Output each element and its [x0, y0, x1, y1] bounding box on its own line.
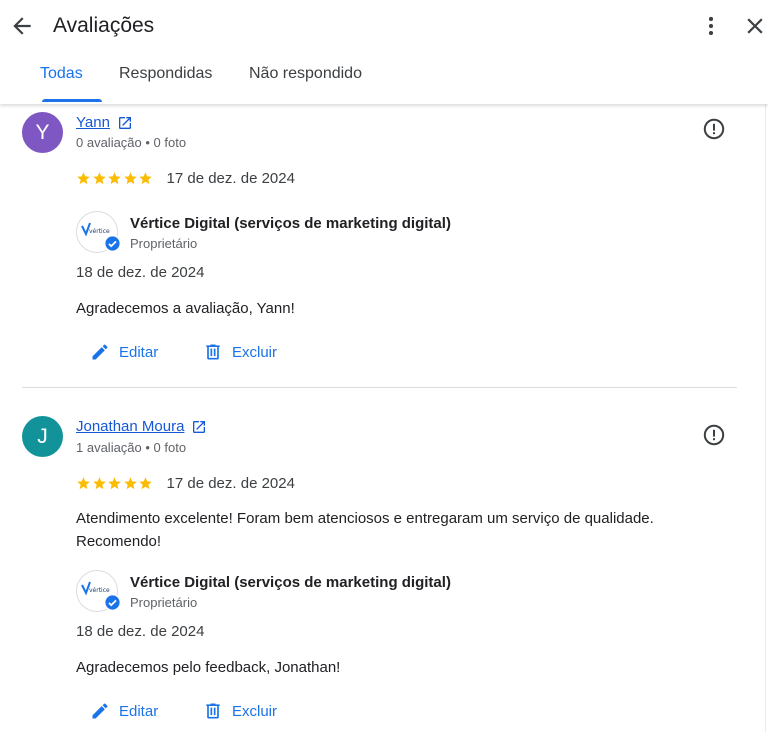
close-button[interactable] — [742, 13, 768, 39]
reviewer-name-row: Jonathan Moura — [76, 418, 207, 435]
verified-badge-icon — [104, 594, 121, 611]
reviewer-name-link[interactable]: Yann — [76, 114, 110, 131]
tab-respondidas[interactable]: Respondidas — [119, 65, 212, 83]
close-icon — [747, 18, 763, 34]
page-title: Avaliações — [53, 14, 155, 37]
star-rating — [76, 476, 154, 491]
star-icon — [92, 172, 106, 185]
owner-name: Vértice Digital (serviços de marketing d… — [130, 215, 451, 232]
edit-reply-button[interactable]: Editar — [90, 342, 158, 362]
edit-label: Editar — [119, 343, 159, 361]
active-tab-indicator — [42, 99, 102, 102]
verified-badge-icon — [104, 235, 121, 252]
star-icon — [139, 477, 152, 490]
reviewer-name-row: Yann — [76, 114, 133, 131]
delete-label: Excluir — [232, 702, 278, 720]
more-vert-icon — [708, 16, 714, 36]
arrow-back-icon — [13, 17, 31, 35]
reply-date: 18 de dez. de 2024 — [76, 623, 205, 640]
owner-role: Proprietário — [130, 595, 198, 610]
reviewer-meta: 0 avaliação • 0 foto — [76, 135, 187, 150]
reviewer-name-link[interactable]: Jonathan Moura — [76, 418, 184, 435]
report-button[interactable] — [702, 117, 726, 141]
trash-icon — [206, 344, 220, 360]
reply-date: 18 de dez. de 2024 — [76, 264, 205, 281]
scroll-edge — [765, 104, 766, 732]
svg-text:vértice: vértice — [89, 587, 110, 594]
review-date: 17 de dez. de 2024 — [166, 475, 295, 492]
owner-name: Vértice Digital (serviços de marketing d… — [130, 574, 451, 591]
star-icon — [77, 477, 90, 490]
tab-todas[interactable]: Todas — [40, 65, 83, 83]
review-date: 17 de dez. de 2024 — [166, 170, 295, 187]
star-icon — [77, 172, 90, 185]
app-header: Avaliações Todas Respondidas Não respond… — [0, 0, 768, 104]
owner-logo: vértice — [76, 570, 121, 612]
delete-label: Excluir — [232, 343, 278, 361]
star-icon — [123, 172, 137, 185]
back-button[interactable] — [9, 13, 35, 39]
pencil-icon — [92, 344, 108, 360]
edit-label: Editar — [119, 702, 159, 720]
review-text: Atendimento excelente! Foram bem atencio… — [76, 510, 654, 550]
trash-icon — [206, 703, 220, 719]
tab-nao-respondido[interactable]: Não respondido — [249, 65, 362, 83]
star-rating — [76, 171, 154, 186]
svg-text:vértice: vértice — [89, 228, 110, 235]
rating-row: 17 de dez. de 2024 — [76, 170, 295, 187]
report-icon — [703, 118, 725, 140]
open-in-new-icon[interactable] — [117, 115, 133, 131]
star-icon — [139, 172, 152, 185]
owner-logo: vértice — [76, 211, 121, 253]
more-options-button[interactable] — [698, 13, 724, 39]
delete-reply-button[interactable]: Excluir — [203, 342, 277, 362]
review-divider — [22, 387, 737, 388]
owner-role: Proprietário — [130, 236, 198, 251]
avatar[interactable]: Y — [22, 112, 63, 153]
star-icon — [92, 477, 106, 490]
rating-row: 17 de dez. de 2024 — [76, 475, 295, 492]
star-icon — [108, 477, 121, 490]
star-icon — [108, 172, 121, 185]
avatar[interactable]: J — [22, 416, 63, 457]
reply-text: Agradecemos a avaliação, Yann! — [76, 300, 295, 317]
report-button[interactable] — [702, 423, 726, 447]
delete-reply-button[interactable]: Excluir — [203, 701, 277, 721]
edit-reply-button[interactable]: Editar — [90, 701, 158, 721]
pencil-icon — [92, 703, 108, 719]
open-in-new-icon[interactable] — [191, 419, 207, 435]
star-icon — [123, 477, 137, 490]
reply-text: Agradecemos pelo feedback, Jonathan! — [76, 659, 341, 676]
reviewer-meta: 1 avaliação • 0 foto — [76, 440, 187, 455]
report-icon — [703, 424, 725, 446]
